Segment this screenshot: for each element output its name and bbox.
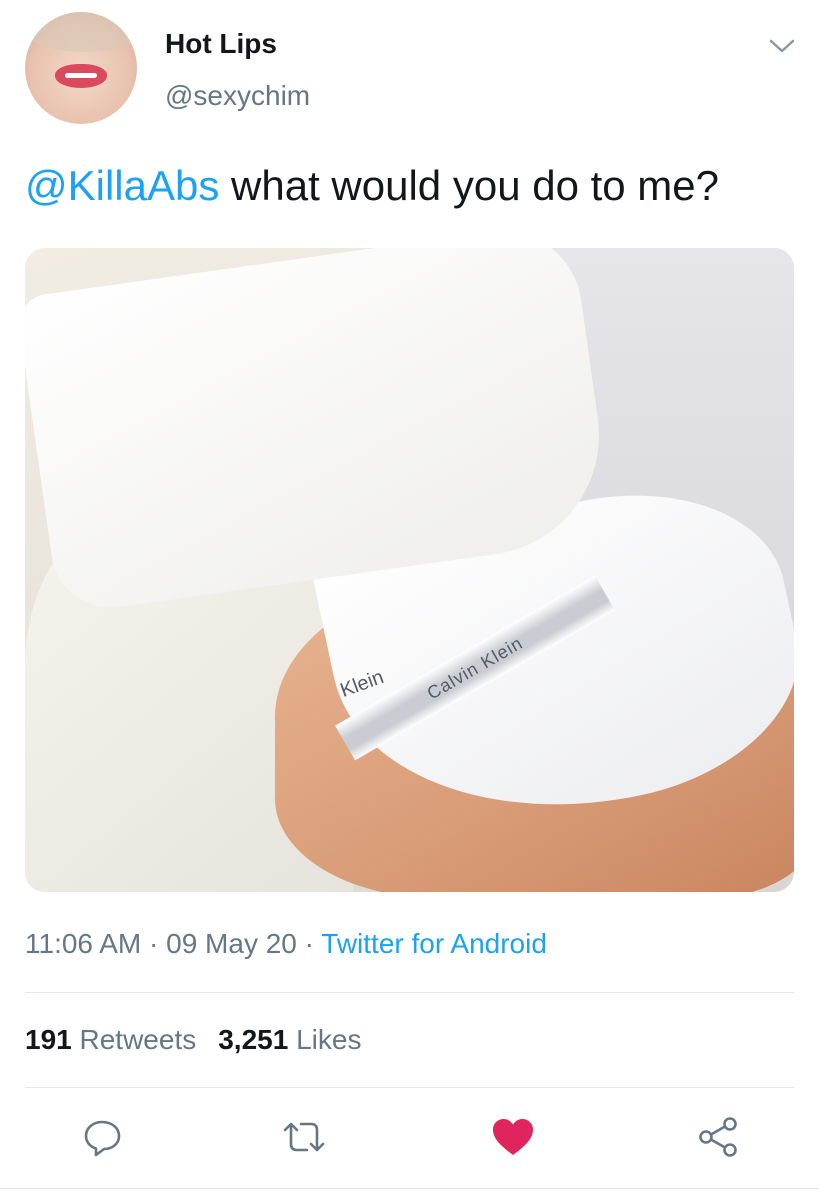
tweet-detail: Hot Lips @sexychim @KillaAbs what would … bbox=[0, 0, 819, 1200]
tweet-text: @KillaAbs what would you do to me? bbox=[25, 160, 805, 212]
avatar-lips bbox=[55, 64, 107, 88]
avatar-hair bbox=[25, 12, 137, 52]
tweet-source-link[interactable]: Twitter for Android bbox=[321, 928, 547, 959]
mention-link[interactable]: @KillaAbs bbox=[25, 162, 219, 209]
reply-icon[interactable] bbox=[78, 1112, 128, 1162]
retweets-count: 191 bbox=[25, 1024, 72, 1055]
tweet-media-photo[interactable]: Calvin Klein Klein bbox=[25, 248, 794, 892]
retweet-icon[interactable] bbox=[279, 1112, 329, 1162]
tweet-body: what would you do to me? bbox=[219, 162, 720, 209]
avatar[interactable] bbox=[25, 12, 137, 124]
author-handle[interactable]: @sexychim bbox=[165, 80, 310, 112]
author-display-name[interactable]: Hot Lips bbox=[165, 28, 277, 60]
tweet-meta: 11:06 AM · 09 May 20 · Twitter for Andro… bbox=[25, 928, 547, 960]
share-icon[interactable] bbox=[693, 1112, 743, 1162]
tweet-date: 09 May 20 bbox=[166, 928, 297, 959]
divider bbox=[25, 1087, 794, 1088]
retweets-stat[interactable]: 191 Retweets bbox=[25, 1024, 196, 1055]
likes-count: 3,251 bbox=[218, 1024, 289, 1055]
tweet-actions-bar bbox=[0, 1112, 819, 1162]
chevron-down-icon[interactable] bbox=[762, 26, 802, 66]
retweets-label: Retweets bbox=[79, 1024, 197, 1055]
likes-label: Likes bbox=[296, 1024, 362, 1055]
divider bbox=[0, 1188, 819, 1189]
tweet-stats: 191 Retweets 3,251 Likes bbox=[25, 1024, 361, 1056]
meta-separator: · bbox=[141, 928, 167, 959]
likes-stat[interactable]: 3,251 Likes bbox=[218, 1024, 361, 1055]
divider bbox=[25, 992, 794, 993]
heart-icon[interactable] bbox=[488, 1112, 538, 1162]
tweet-time: 11:06 AM bbox=[25, 928, 142, 959]
meta-separator: · bbox=[296, 928, 322, 959]
